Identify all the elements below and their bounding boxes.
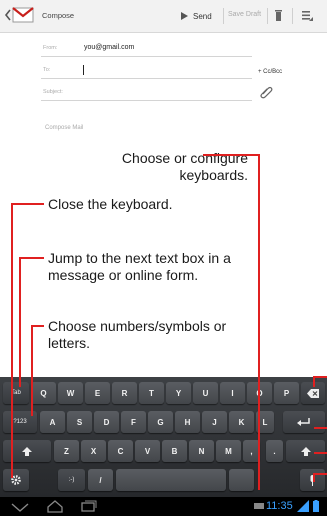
callout-lines [11, 154, 327, 490]
